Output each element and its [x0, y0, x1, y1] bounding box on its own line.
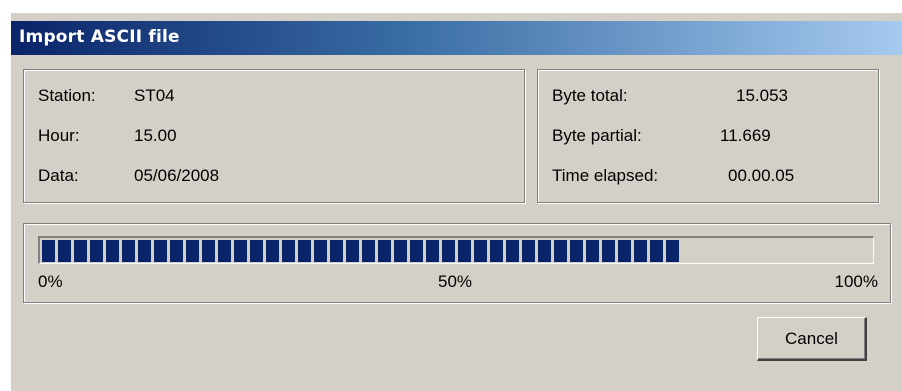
time-elapsed-value: 00.00.05 [728, 166, 795, 185]
progress-tick-start: 0% [38, 272, 63, 291]
station-info-panel: Station: ST04 Hour: 15.00 Data: 05/06/20… [23, 69, 525, 203]
dialog-title: Import ASCII file [19, 27, 180, 47]
cancel-button[interactable]: Cancel [757, 317, 867, 361]
progress-bar [38, 236, 874, 264]
time-elapsed-label: Time elapsed: [552, 166, 659, 185]
progress-fill [42, 240, 679, 262]
data-value: 05/06/2008 [134, 166, 220, 185]
byte-partial-value: 11.669 [720, 126, 771, 145]
title-bar[interactable]: Import ASCII file [11, 21, 902, 55]
hour-label: Hour: [38, 126, 80, 145]
import-dialog: Import ASCII file Station: ST04 Hour: 15… [10, 12, 902, 391]
progress-tick-middle: 50% [438, 272, 473, 291]
transfer-info-panel: Byte total: 15.053 Byte partial: 11.669 … [537, 69, 879, 203]
station-label: Station: [38, 86, 96, 105]
data-label: Data: [38, 166, 79, 185]
station-value: ST04 [134, 86, 175, 105]
dialog-body: Station: ST04 Hour: 15.00 Data: 05/06/20… [11, 55, 902, 391]
byte-partial-label: Byte partial: [552, 126, 642, 145]
progress-panel: 0% 50% 100% [23, 223, 891, 303]
progress-tick-end: 100% [834, 272, 878, 291]
hour-value: 15.00 [134, 126, 177, 145]
byte-total-value: 15.053 [736, 86, 788, 105]
byte-total-label: Byte total: [552, 86, 628, 105]
